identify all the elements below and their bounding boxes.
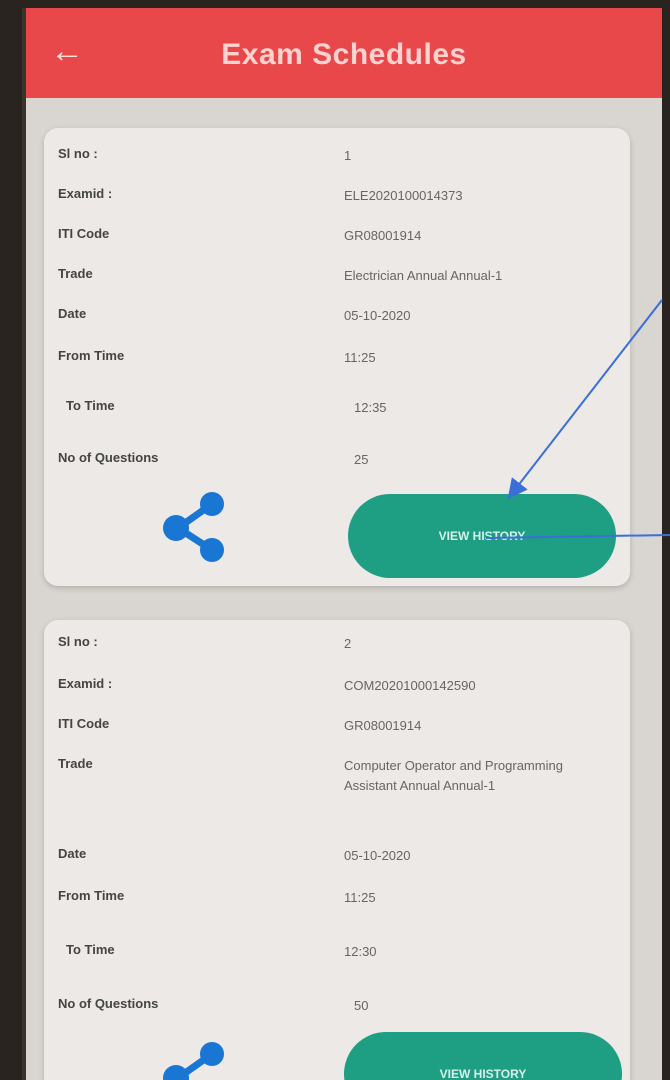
annotation-arrows <box>485 299 670 539</box>
annotation-line <box>485 534 670 539</box>
annotation-arrow <box>507 299 663 500</box>
